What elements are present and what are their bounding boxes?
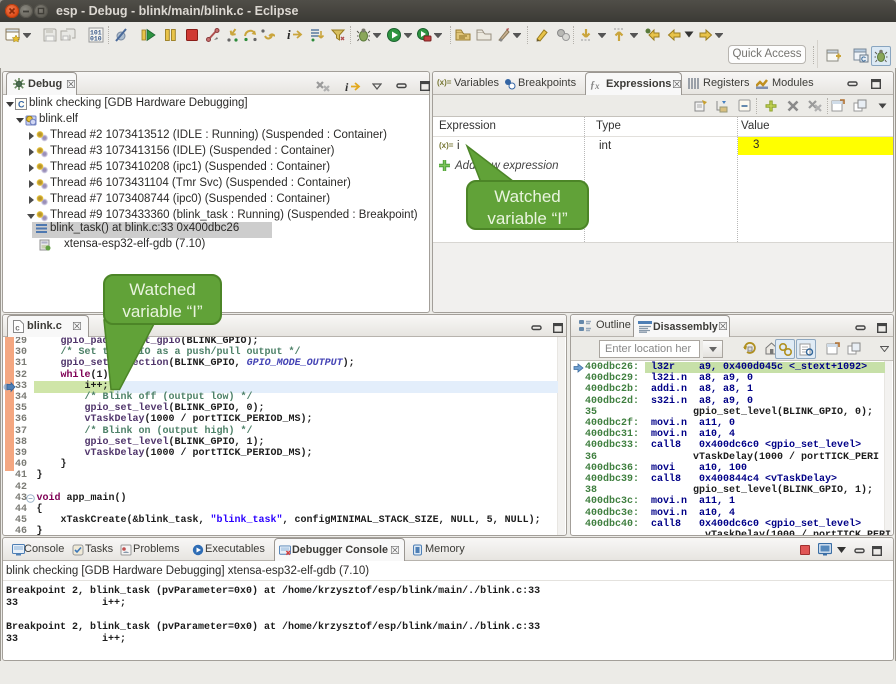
svg-text:010: 010	[90, 36, 102, 43]
svg-text:x: x	[594, 81, 600, 91]
svg-text:C: C	[861, 57, 866, 64]
svg-text:i: i	[345, 80, 349, 93]
svg-text:c: c	[15, 324, 20, 333]
svg-text:i: i	[287, 27, 291, 42]
svg-text:C: C	[18, 100, 25, 110]
